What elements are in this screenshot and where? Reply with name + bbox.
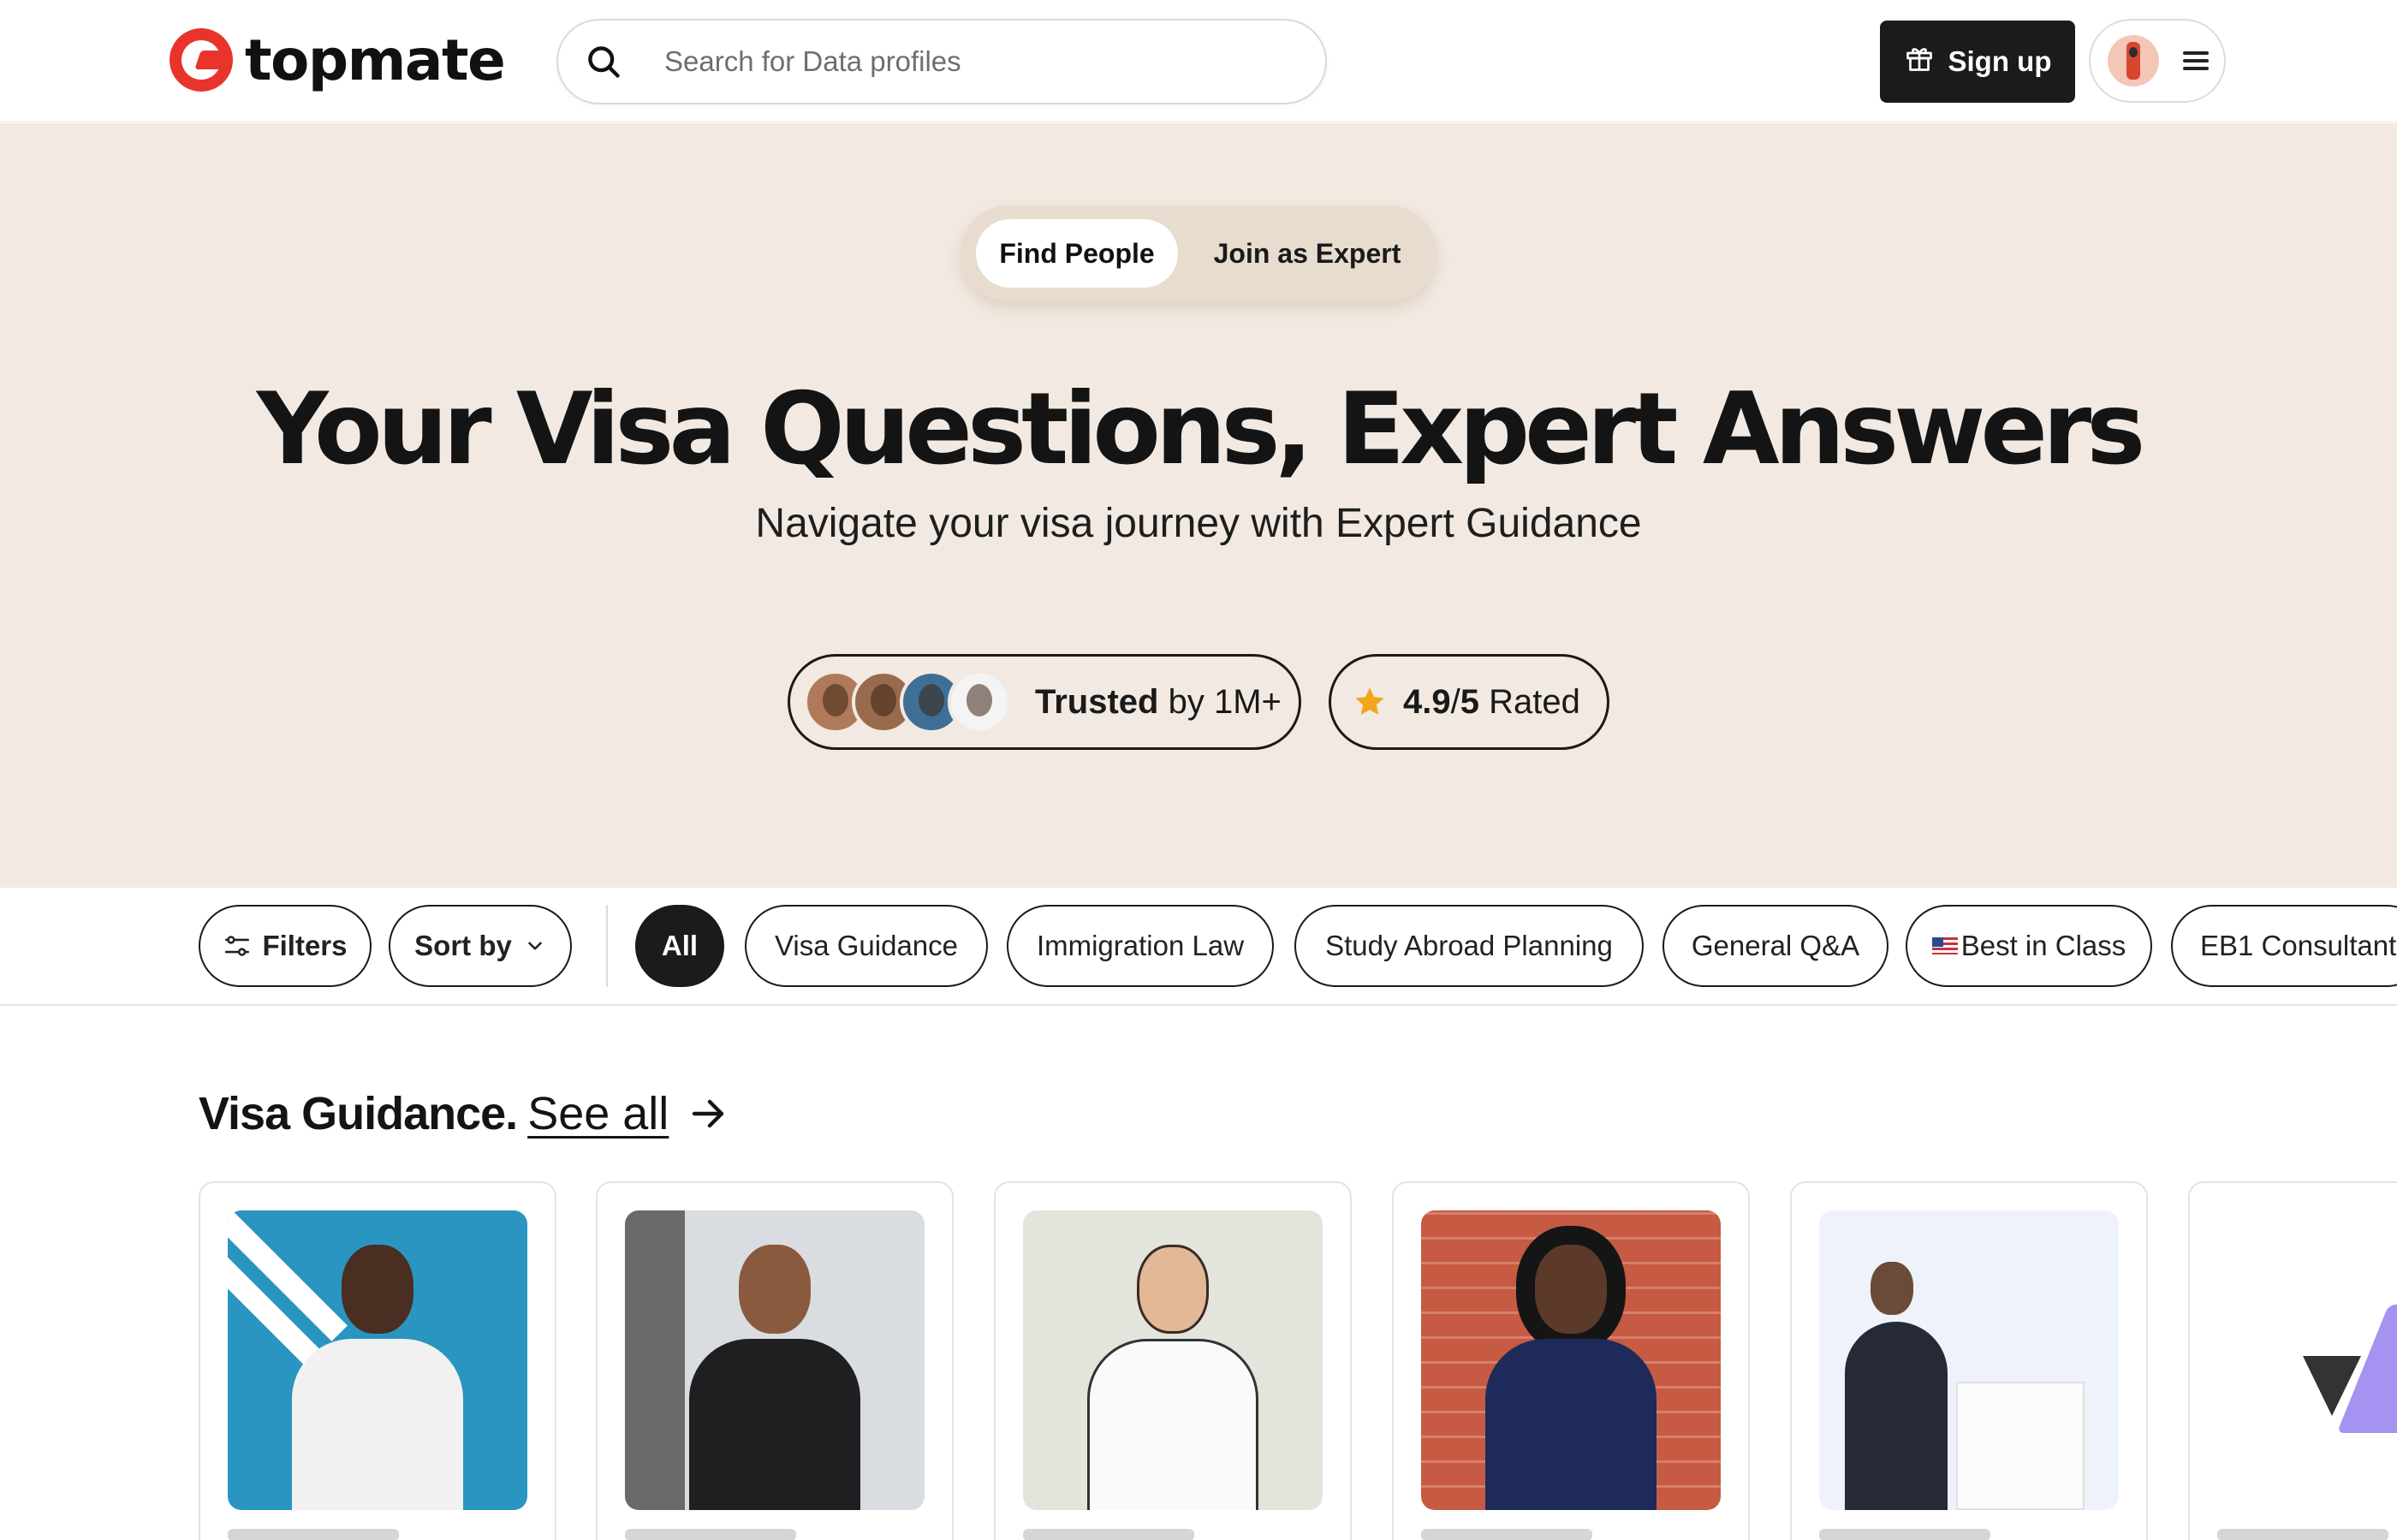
tab-join-as-expert[interactable]: Join as Expert (1193, 219, 1421, 288)
rating-text: 4.9/5 Rated (1403, 682, 1580, 721)
signup-button[interactable]: Sign up (1880, 21, 2075, 103)
rating-badge: 4.9/5 Rated (1329, 654, 1609, 750)
expert-photo (1421, 1210, 1721, 1510)
user-avatars (804, 670, 1011, 734)
expert-card[interactable] (2188, 1181, 2397, 1540)
hero-section: Find People Join as Expert Your Visa Que… (0, 123, 2397, 888)
arrow-right-icon[interactable] (687, 1093, 729, 1134)
chevron-down-icon (524, 935, 546, 957)
hero-title: Your Visa Questions, Expert Answers (256, 372, 2146, 487)
section-title: Visa Guidance. (199, 1088, 518, 1139)
expert-card[interactable] (1392, 1181, 1750, 1540)
audience-toggle: Find People Join as Expert (961, 205, 1436, 301)
expert-photo (1819, 1210, 2119, 1510)
expert-photo (625, 1210, 925, 1510)
category-chip-visa-guidance[interactable]: Visa Guidance (745, 905, 988, 987)
expert-name-placeholder (1819, 1529, 1990, 1540)
logo-icon (170, 28, 233, 92)
us-flag-icon (1931, 937, 1958, 954)
account-menu-button[interactable] (2089, 19, 2226, 103)
tab-find-people[interactable]: Find People (976, 219, 1178, 288)
best-in-class-label: Best in Class (1960, 930, 2126, 961)
expert-photo (228, 1210, 527, 1510)
filters-label: Filters (262, 930, 348, 961)
gift-icon (1904, 43, 1935, 80)
topmate-logo[interactable]: topmate (170, 26, 506, 94)
category-chip-best-in-class[interactable]: Best in Class (1906, 905, 2152, 987)
star-icon (1352, 684, 1388, 720)
sort-by-dropdown[interactable]: Sort by (389, 905, 572, 987)
trusted-badge: Trusted by 1M+ (788, 654, 1301, 750)
sort-by-label: Sort by (414, 930, 512, 961)
filters-button[interactable]: Filters (199, 905, 372, 987)
filter-bar: Filters Sort by All Visa Guidance Immigr… (0, 888, 2397, 1006)
category-chip-immigration-law[interactable]: Immigration Law (1007, 905, 1274, 987)
search-bar[interactable] (556, 19, 1327, 104)
category-chip-general-qa[interactable]: General Q&A (1662, 905, 1888, 987)
avatar (2108, 35, 2159, 86)
search-input[interactable] (664, 45, 1264, 78)
hero-subtitle: Navigate your visa journey with Expert G… (755, 501, 1642, 546)
category-chip-eb1-consultants[interactable]: EB1 Consultants (2171, 905, 2397, 987)
expert-name-placeholder (2217, 1529, 2388, 1540)
logo-text: topmate (245, 27, 506, 93)
expert-card[interactable] (994, 1181, 1352, 1540)
filters-icon (223, 931, 252, 960)
expert-photo (2217, 1210, 2397, 1510)
search-icon (580, 39, 627, 85)
expert-card[interactable] (596, 1181, 954, 1540)
top-header: topmate Sign up (0, 0, 2397, 122)
avatar (948, 670, 1011, 734)
trusted-text: Trusted by 1M+ (1035, 682, 1282, 721)
category-chip-study-abroad-planning[interactable]: Study Abroad Planning (1294, 905, 1644, 987)
expert-photo (1023, 1210, 1323, 1510)
filter-divider (606, 905, 608, 987)
section-heading: Visa Guidance. See all (199, 1087, 729, 1140)
expert-name-placeholder (625, 1529, 796, 1540)
expert-card[interactable] (1790, 1181, 2148, 1540)
menu-icon (2183, 51, 2209, 70)
expert-name-placeholder (1421, 1529, 1592, 1540)
expert-name-placeholder (228, 1529, 399, 1540)
expert-name-placeholder (1023, 1529, 1194, 1540)
see-all-link[interactable]: See all (527, 1087, 669, 1140)
signup-label: Sign up (1948, 45, 2052, 77)
category-chip-all[interactable]: All (635, 905, 724, 987)
expert-card[interactable] (199, 1181, 556, 1540)
